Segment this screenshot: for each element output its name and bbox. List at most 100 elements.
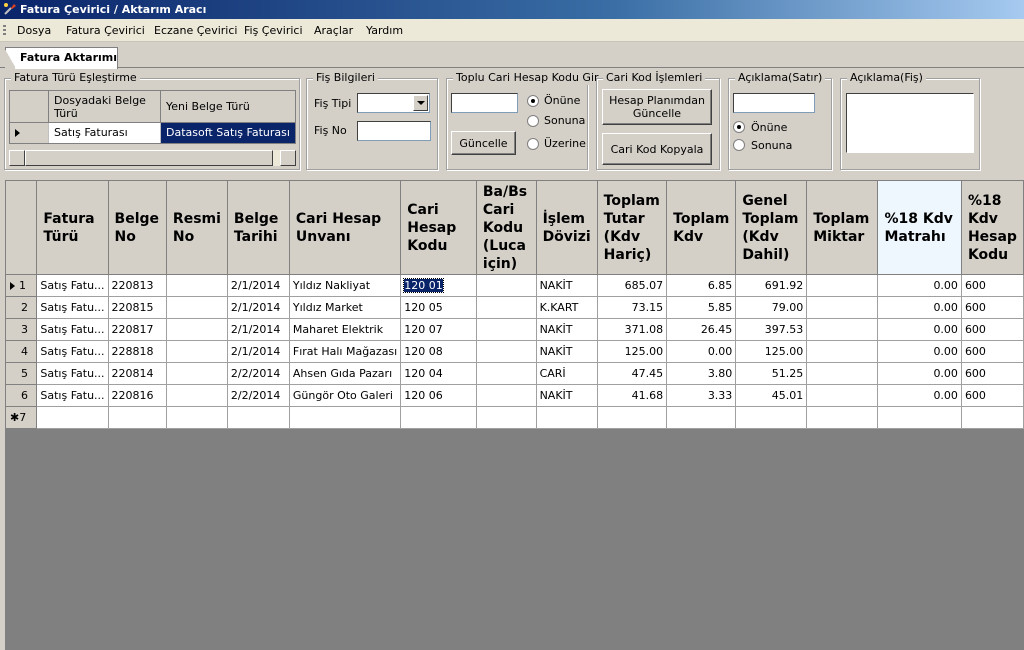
cell-tutar[interactable]: 125.00 bbox=[596, 340, 668, 363]
row-header[interactable]: 5 bbox=[4, 362, 38, 385]
cell-genel[interactable]: 45.01 bbox=[735, 384, 808, 407]
cell-resmi[interactable] bbox=[165, 296, 228, 319]
cell-kod[interactable]: 120 04 bbox=[400, 362, 477, 385]
cell-resmi[interactable] bbox=[165, 340, 228, 363]
table-row[interactable]: 2 Satış Fatu... 220815 2/1/2014 Yıldız Marke… bbox=[4, 296, 1024, 319]
cari-kod-kopyala-button[interactable]: Cari Kod Kopyala bbox=[602, 133, 712, 165]
row-header[interactable]: 3 bbox=[4, 318, 38, 341]
row-selector[interactable] bbox=[10, 123, 49, 143]
cell-resmi[interactable] bbox=[165, 274, 228, 297]
cell-kdv[interactable]: 26.45 bbox=[666, 318, 737, 341]
row-header[interactable]: 1 bbox=[4, 274, 38, 297]
cell-resmi[interactable] bbox=[165, 384, 228, 407]
cell-unvan[interactable]: Yıldız Market bbox=[288, 296, 402, 319]
cell-babs[interactable] bbox=[475, 384, 537, 407]
col-kdv18-matrahi[interactable]: %18 Kdv Matrahı bbox=[877, 180, 962, 275]
empty-cell[interactable] bbox=[165, 406, 228, 429]
cell-miktar[interactable] bbox=[806, 340, 879, 363]
cell-tur[interactable]: Satış Fatu... bbox=[36, 296, 109, 319]
table-row[interactable]: 1 Satış Fatu... 220813 2/1/2014 Yıldız Nakli… bbox=[4, 274, 1024, 297]
fis-no-input[interactable] bbox=[357, 121, 431, 141]
cell-belge[interactable]: 220814 bbox=[107, 362, 167, 385]
toplu-sonuna-radio[interactable] bbox=[527, 115, 539, 127]
empty-cell[interactable] bbox=[806, 406, 879, 429]
empty-cell[interactable] bbox=[735, 406, 808, 429]
col-belge-no[interactable]: Belge No bbox=[107, 180, 167, 275]
new-row-marker[interactable]: ✱7 bbox=[4, 406, 38, 429]
cell-unvan[interactable]: Fırat Halı Mağazası bbox=[288, 340, 402, 363]
cell-unvan[interactable]: Güngör Oto Galeri bbox=[288, 384, 402, 407]
cell-unvan[interactable]: Maharet Elektrik bbox=[288, 318, 402, 341]
empty-cell[interactable] bbox=[400, 406, 477, 429]
cell-genel[interactable]: 51.25 bbox=[735, 362, 808, 385]
cell-belge[interactable]: 220813 bbox=[107, 274, 167, 297]
cell-kdv[interactable]: 6.85 bbox=[666, 274, 737, 297]
col-babs-cari-kodu[interactable]: Ba/Bs Cari Kodu (Luca için) bbox=[475, 180, 537, 275]
source-type-cell[interactable]: Satış Faturası bbox=[49, 123, 161, 143]
cell-hkod[interactable]: 600 bbox=[960, 274, 1024, 297]
col-belge-tarihi[interactable]: Belge Tarihi bbox=[226, 180, 290, 275]
cell-genel[interactable]: 79.00 bbox=[735, 296, 808, 319]
cell-matrah[interactable]: 0.00 bbox=[877, 340, 962, 363]
col-toplam-kdv[interactable]: Toplam Kdv bbox=[666, 180, 737, 275]
cell-unvan[interactable]: Ahsen Gıda Pazarı bbox=[288, 362, 402, 385]
cell-babs[interactable] bbox=[475, 318, 537, 341]
cell-kod[interactable]: 120 01 bbox=[400, 274, 477, 297]
cell-babs[interactable] bbox=[475, 296, 537, 319]
fis-tipi-select[interactable] bbox=[357, 93, 430, 113]
cell-belge[interactable]: 228818 bbox=[107, 340, 167, 363]
empty-cell[interactable] bbox=[36, 406, 109, 429]
aciklama-satir-input[interactable] bbox=[733, 93, 815, 113]
cell-kod[interactable]: 120 08 bbox=[400, 340, 477, 363]
toplu-uzerine-radio[interactable] bbox=[527, 138, 539, 150]
cell-kod[interactable]: 120 05 bbox=[400, 296, 477, 319]
cell-hkod[interactable]: 600 bbox=[960, 362, 1024, 385]
chevron-down-icon[interactable] bbox=[413, 95, 428, 111]
menu-fatura-cevirici[interactable]: Fatura Çevirici bbox=[66, 19, 145, 42]
cell-tarih[interactable]: 2/1/2014 bbox=[226, 340, 290, 363]
col-kdv18-hesap-kodu[interactable]: %18 Kdv Hesap Kodu bbox=[960, 180, 1024, 275]
hesap-planindan-guncelle-button[interactable]: Hesap Planımdan Güncelle bbox=[602, 89, 712, 125]
cell-belge[interactable]: 220815 bbox=[107, 296, 167, 319]
cell-genel[interactable]: 691.92 bbox=[735, 274, 808, 297]
cell-kdv[interactable]: 3.80 bbox=[666, 362, 737, 385]
scroll-thumb[interactable] bbox=[25, 150, 273, 166]
col-cari-hesap-unvani[interactable]: Cari Hesap Unvanı bbox=[288, 180, 402, 275]
cell-kdv[interactable]: 5.85 bbox=[666, 296, 737, 319]
cell-tur[interactable]: Satış Fatu... bbox=[36, 362, 109, 385]
menu-eczane-cevirici[interactable]: Eczane Çevirici bbox=[154, 19, 237, 42]
cell-kod[interactable]: 120 06 bbox=[400, 384, 477, 407]
col-fatura-turu[interactable]: Fatura Türü bbox=[36, 180, 109, 275]
col-cari-hesap-kodu[interactable]: Cari Hesap Kodu bbox=[400, 180, 477, 275]
toplu-onune-radio[interactable] bbox=[527, 95, 539, 107]
row-header[interactable]: 6 bbox=[4, 384, 38, 407]
cell-tutar[interactable]: 371.08 bbox=[596, 318, 668, 341]
empty-cell[interactable] bbox=[226, 406, 290, 429]
cell-tutar[interactable]: 73.15 bbox=[596, 296, 668, 319]
cell-belge[interactable]: 220817 bbox=[107, 318, 167, 341]
new-row[interactable]: ✱7 bbox=[4, 406, 1024, 429]
table-row[interactable]: 6 Satış Fatu... 220816 2/2/2014 Güngör Oto G… bbox=[4, 384, 1024, 407]
cell-hkod[interactable]: 600 bbox=[960, 384, 1024, 407]
cell-miktar[interactable] bbox=[806, 362, 879, 385]
cell-tarih[interactable]: 2/1/2014 bbox=[226, 318, 290, 341]
target-type-cell[interactable]: Datasoft Satış Faturası bbox=[161, 123, 295, 143]
empty-cell[interactable] bbox=[475, 406, 537, 429]
menu-dosya[interactable]: Dosya bbox=[17, 19, 51, 42]
cell-tutar[interactable]: 41.68 bbox=[596, 384, 668, 407]
cell-doviz[interactable]: NAKİT bbox=[535, 340, 598, 363]
col-toplam-miktar[interactable]: Toplam Miktar bbox=[806, 180, 879, 275]
cell-kdv[interactable]: 0.00 bbox=[666, 340, 737, 363]
table-row[interactable]: 3 Satış Fatu... 220817 2/1/2014 Maharet Elek… bbox=[4, 318, 1024, 341]
empty-cell[interactable] bbox=[877, 406, 962, 429]
cell-matrah[interactable]: 0.00 bbox=[877, 318, 962, 341]
cell-hkod[interactable]: 600 bbox=[960, 296, 1024, 319]
cell-miktar[interactable] bbox=[806, 318, 879, 341]
cell-doviz[interactable]: NAKİT bbox=[535, 384, 598, 407]
table-row[interactable]: 4 Satış Fatu... 228818 2/1/2014 Fırat Halı M… bbox=[4, 340, 1024, 363]
cell-hkod[interactable]: 600 bbox=[960, 318, 1024, 341]
table-row[interactable]: 5 Satış Fatu... 220814 2/2/2014 Ahsen Gıda P… bbox=[4, 362, 1024, 385]
cell-tur[interactable]: Satış Fatu... bbox=[36, 340, 109, 363]
cell-tutar[interactable]: 685.07 bbox=[596, 274, 668, 297]
col-islem-dovizi[interactable]: İşlem Dövizi bbox=[535, 180, 598, 275]
